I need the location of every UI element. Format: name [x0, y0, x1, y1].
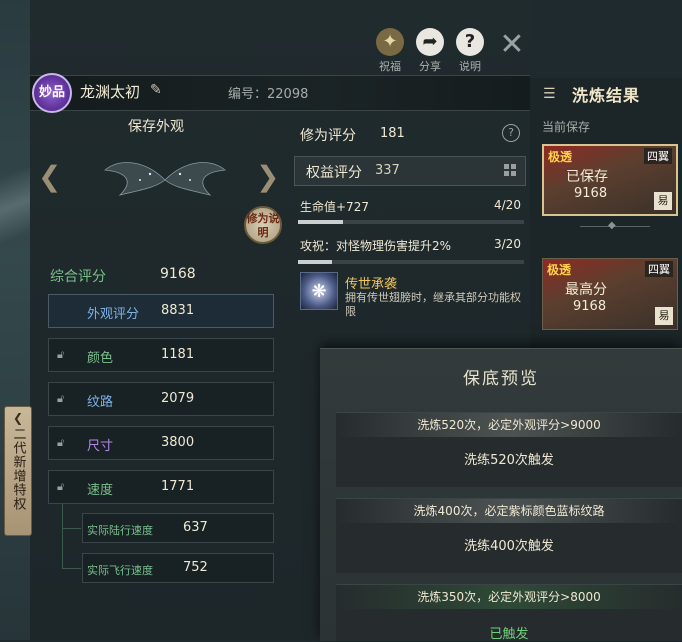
total-score-value: 9168 [160, 266, 196, 282]
stat-attack-bar [298, 260, 524, 264]
lock-icon[interactable]: 🔓︎ [57, 480, 67, 493]
help-icon: ? [456, 28, 484, 56]
benefit-score-value: 337 [375, 163, 400, 178]
score-row-speed: 🔓︎ 速度 1771 [48, 470, 274, 504]
help-button[interactable]: ? 说明 [452, 28, 488, 74]
divider-ornament: ◆ [608, 220, 616, 231]
cultivation-score-label: 修为评分 [300, 128, 356, 144]
result-header: 洗炼结果 [572, 86, 641, 105]
trade-button[interactable]: 易 [655, 307, 673, 325]
explain-button[interactable]: 修为说明 [244, 206, 282, 244]
benefit-score-label: 权益评分 [306, 165, 362, 181]
stat-hp-progress-text: 4/20 [494, 198, 521, 212]
grid-icon[interactable] [504, 164, 517, 177]
bless-button[interactable]: ✦ 祝福 [372, 28, 408, 74]
tree-connector [62, 528, 81, 569]
serial-number: 编号：22098 [228, 87, 309, 102]
wing-preview-image [103, 162, 227, 196]
stat-hp-fill [298, 220, 344, 224]
fly-speed-row: 实际飞行速度 752 [82, 553, 274, 583]
preview-title: 保存外观 [128, 119, 184, 135]
lock-icon[interactable]: 🔓︎ [57, 436, 67, 449]
lock-icon[interactable]: 🔓︎ [57, 392, 67, 405]
guarantee-item: 洗炼520次，必定外观评分>9000 洗练520次触发 [336, 412, 682, 487]
guarantee-item: 洗炼350次，必定外观评分>8000 已触发 [336, 584, 682, 642]
score-row-pattern: 🔓︎ 纹路 2079 [48, 382, 274, 416]
score-row-color: 🔓︎ 颜色 1181 [48, 338, 274, 372]
current-save-label: 当前保存 [542, 120, 591, 134]
stat-attack-progress-text: 3/20 [494, 237, 521, 251]
bless-icon: ✦ [376, 28, 404, 56]
stat-hp-bar [298, 220, 524, 224]
heritage-title: 传世承袭 [345, 277, 398, 292]
guarantee-title: 保底预览 [463, 369, 539, 389]
close-icon[interactable]: ✕ [498, 30, 526, 60]
score-row-appearance: 外观评分 8831 [48, 294, 274, 328]
list-icon: ☰ [543, 86, 556, 102]
new-privilege-tab[interactable]: ❮ 二代新增特权 [4, 406, 32, 536]
stat-attack-fill [298, 260, 332, 264]
prev-arrow-icon[interactable]: ❮ [38, 160, 61, 193]
wing-name: 龙渊太初 [80, 83, 141, 101]
share-button[interactable]: ➦ 分享 [412, 28, 448, 74]
score-row-size: 🔓︎ 尺寸 3800 [48, 426, 274, 460]
rename-brush-icon[interactable]: ✎ [150, 82, 164, 100]
stat-attack: 攻祝：对怪物理伤害提升2% [300, 239, 452, 253]
tree-connector [62, 504, 81, 529]
lock-icon[interactable]: 🔓︎ [57, 348, 67, 361]
result-card-saved[interactable]: 极透 四翼 已保存 9168 易 [542, 144, 678, 216]
land-speed-row: 实际陆行速度 637 [82, 513, 274, 543]
help-icon[interactable]: ? [502, 124, 520, 142]
quality-badge: 妙品 [32, 73, 72, 113]
heritage-icon[interactable]: ❋ [300, 272, 338, 310]
chevron-left-icon: ❮ [12, 411, 24, 425]
next-arrow-icon[interactable]: ❯ [256, 160, 279, 193]
heritage-desc: 拥有传世翅膀时，继承其部分功能权限 [345, 291, 521, 318]
share-icon: ➦ [416, 28, 444, 56]
trade-button[interactable]: 易 [654, 192, 672, 210]
stat-hp: 生命值+727 [300, 200, 369, 214]
guarantee-item: 洗炼400次，必定紫标颜色蓝标纹路 洗练400次触发 [336, 498, 682, 573]
result-card-best[interactable]: 极透 四翼 最高分 9168 易 [542, 258, 678, 330]
total-score-label: 综合评分 [50, 269, 106, 285]
cultivation-score-value: 181 [380, 126, 405, 141]
